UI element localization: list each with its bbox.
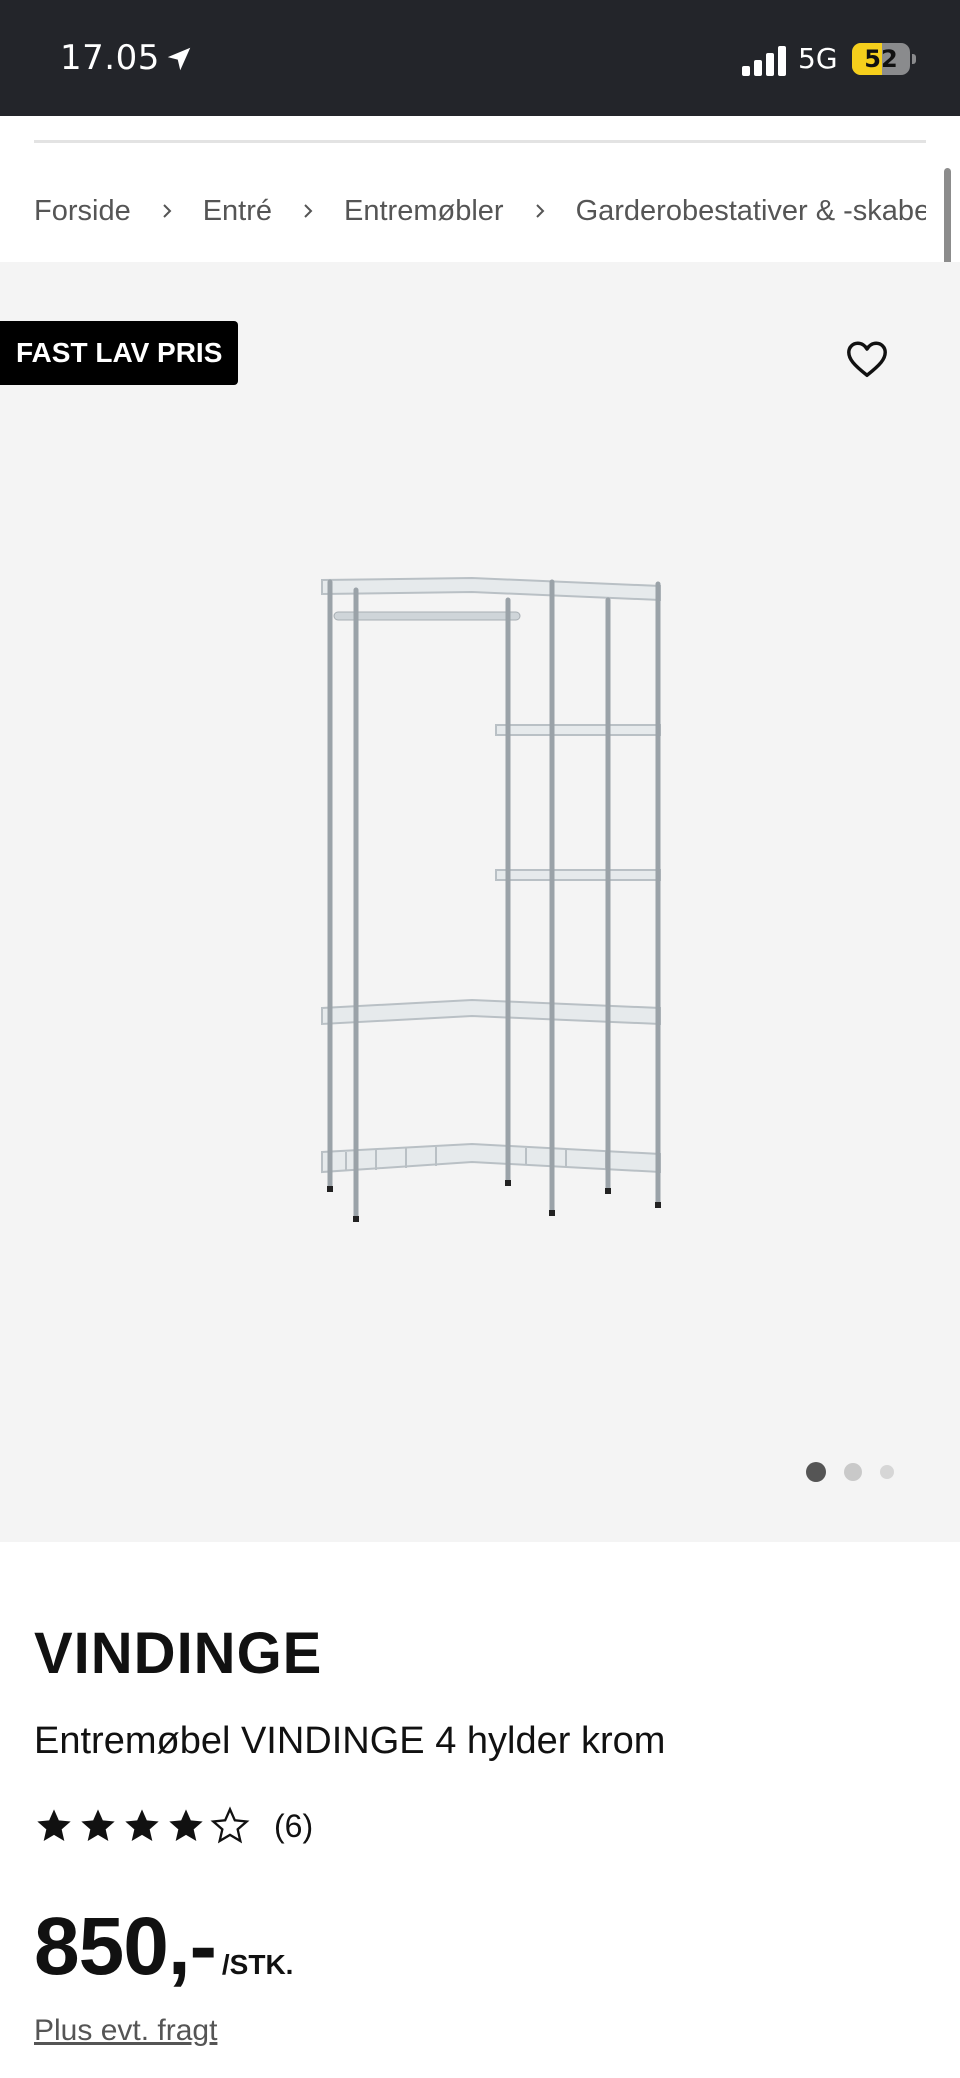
pagination-dot[interactable] bbox=[844, 1463, 862, 1481]
review-count[interactable]: (6) bbox=[274, 1808, 313, 1845]
chevron-right-icon bbox=[162, 204, 172, 218]
header-divider bbox=[34, 140, 926, 143]
product-image bbox=[321, 576, 661, 1222]
star-filled-icon bbox=[125, 1809, 159, 1841]
location-arrow-icon bbox=[167, 47, 191, 71]
breadcrumb-item-entre[interactable]: Entré bbox=[203, 195, 272, 228]
pagination-dot-active[interactable] bbox=[806, 1462, 826, 1482]
chevron-right-icon bbox=[304, 204, 313, 218]
gallery-pagination bbox=[806, 1462, 912, 1482]
breadcrumb-item-entremobler[interactable]: Entremøbler bbox=[344, 195, 504, 228]
heart-icon[interactable] bbox=[844, 336, 890, 382]
price-unit: /STK. bbox=[221, 1949, 294, 1980]
battery-icon: 52 bbox=[852, 43, 910, 75]
battery-level: 52 bbox=[864, 45, 898, 73]
star-outline-icon bbox=[210, 1806, 250, 1844]
star-filled-icon bbox=[169, 1809, 203, 1841]
network-type: 5G bbox=[798, 42, 838, 75]
price-value: 850,- bbox=[34, 1901, 217, 1992]
battery-tip bbox=[912, 54, 916, 64]
chevron-right-icon bbox=[535, 204, 544, 218]
breadcrumb-item-garderobestativer[interactable]: Garderobestativer & -skabe bbox=[576, 195, 926, 228]
price-badge: FAST LAV PRIS bbox=[0, 321, 239, 385]
cellular-signal-icon bbox=[742, 46, 786, 76]
shipping-link[interactable]: Plus evt. fragt bbox=[34, 2014, 217, 2048]
pagination-dot[interactable] bbox=[880, 1465, 894, 1479]
product-rating[interactable]: (6) bbox=[34, 1806, 313, 1846]
product-price: 850,- /STK. bbox=[34, 1900, 293, 1994]
breadcrumb: Forside Entré Entremøbler Garderobestati… bbox=[34, 186, 926, 236]
star-filled-icon bbox=[81, 1809, 115, 1841]
breadcrumb-item-forside[interactable]: Forside bbox=[34, 195, 131, 228]
product-brand: VINDINGE bbox=[34, 1621, 323, 1686]
status-bar: 17.05 5G 52 bbox=[0, 0, 960, 116]
status-time: 17.05 bbox=[60, 38, 160, 78]
product-title: Entremøbel VINDINGE 4 hylder krom bbox=[34, 1720, 666, 1762]
star-filled-icon bbox=[37, 1809, 71, 1841]
